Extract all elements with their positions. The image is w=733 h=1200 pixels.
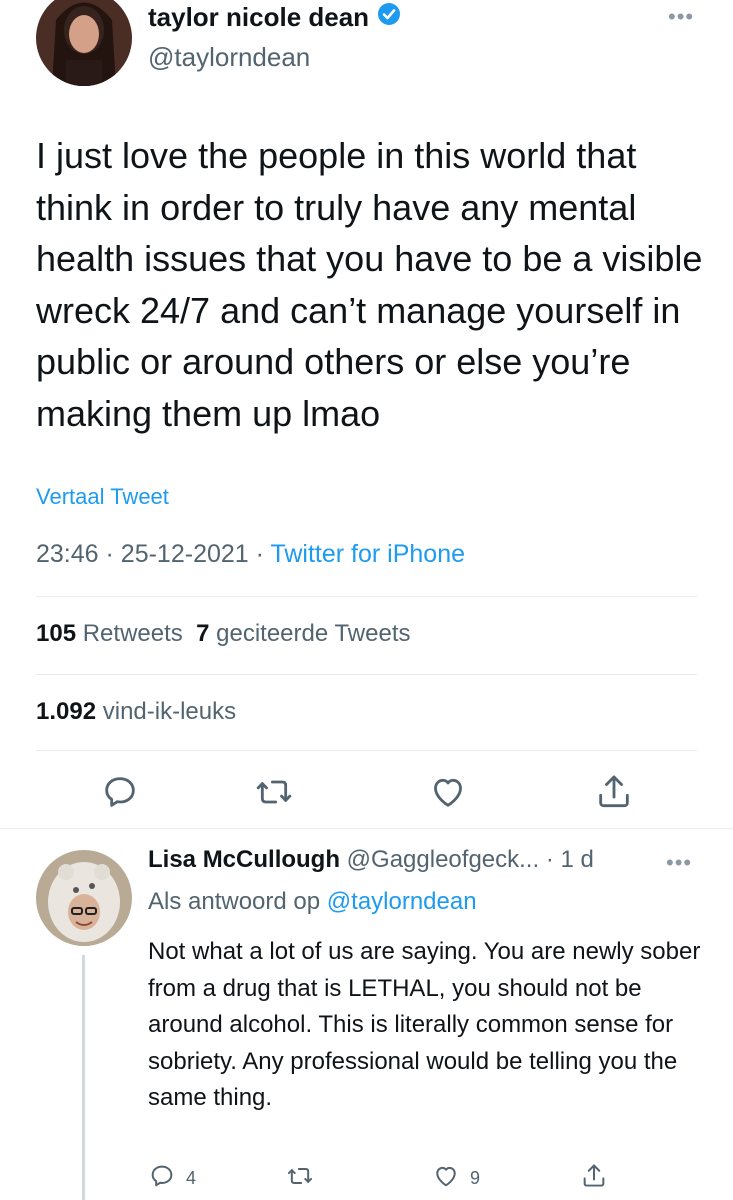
reply-count: 4 [186,1167,197,1188]
like-stats[interactable]: 1.092 vind-ik-leuks [36,698,236,726]
like-icon [432,1162,460,1195]
author-avatar[interactable] [36,0,132,86]
verified-badge-icon [377,2,401,32]
author-name-text[interactable]: taylor nicole dean [148,2,369,32]
share-icon [580,1162,608,1195]
meta-separator: · [105,540,121,568]
reply-author-handle[interactable]: @Gaggleofgeck... [347,846,539,873]
reply-reply-button[interactable]: 4 [148,1163,196,1193]
tweet-meta: 23:46 · 25-12-2021 · Twitter for iPhone [36,540,465,569]
share-icon[interactable] [594,772,634,812]
reply-share-button[interactable] [580,1163,608,1193]
reply-retweet-button[interactable] [286,1163,314,1193]
tweet-text: I just love the people in this world tha… [36,135,703,434]
reply-icon [148,1162,176,1195]
divider [36,596,697,597]
author-name[interactable]: taylor nicole dean [148,2,401,32]
more-icon[interactable]: ••• [668,6,694,28]
retweet-icon [286,1162,314,1195]
like-icon[interactable] [428,772,468,812]
likes-label: vind-ik-leuks [102,698,237,725]
tweet-source[interactable]: Twitter for iPhone [270,540,465,568]
replying-prefix: Als antwoord op [148,888,321,915]
retweet-icon[interactable] [254,772,294,812]
thread-line [82,955,85,1200]
like-count: 9 [470,1167,481,1188]
retweets-count: 105 [36,620,77,647]
reply-age[interactable]: · 1 d [546,846,594,873]
replying-to: Als antwoord op @taylorndean [148,888,477,916]
retweets-label: Retweets [82,620,183,647]
reply-text: Not what a lot of us are saying. You are… [148,938,701,1111]
author-handle[interactable]: @taylorndean [148,42,310,73]
meta-separator: · [255,540,271,568]
divider [0,828,733,829]
reply-author-avatar[interactable] [36,850,132,946]
replying-mention[interactable]: @taylorndean [327,888,477,915]
translate-link[interactable]: Vertaal Tweet [36,484,169,510]
divider [36,674,697,675]
reply-icon[interactable] [100,772,140,812]
tweet-time[interactable]: 23:46 [36,540,99,568]
quotes-label: geciteerde Tweets [216,620,411,647]
tweet-date[interactable]: 25-12-2021 [121,540,249,568]
reply-like-button[interactable]: 9 [432,1163,480,1193]
quotes-count: 7 [196,620,210,647]
more-icon[interactable]: ••• [666,852,692,874]
divider [36,750,697,751]
likes-count: 1.092 [36,698,97,725]
reply-author-name[interactable]: Lisa McCullough [148,846,340,873]
reply-header: Lisa McCullough @Gaggleofgeck... · 1 d [148,846,594,874]
retweet-stats[interactable]: 105 Retweets 7 geciteerde Tweets [36,620,410,648]
